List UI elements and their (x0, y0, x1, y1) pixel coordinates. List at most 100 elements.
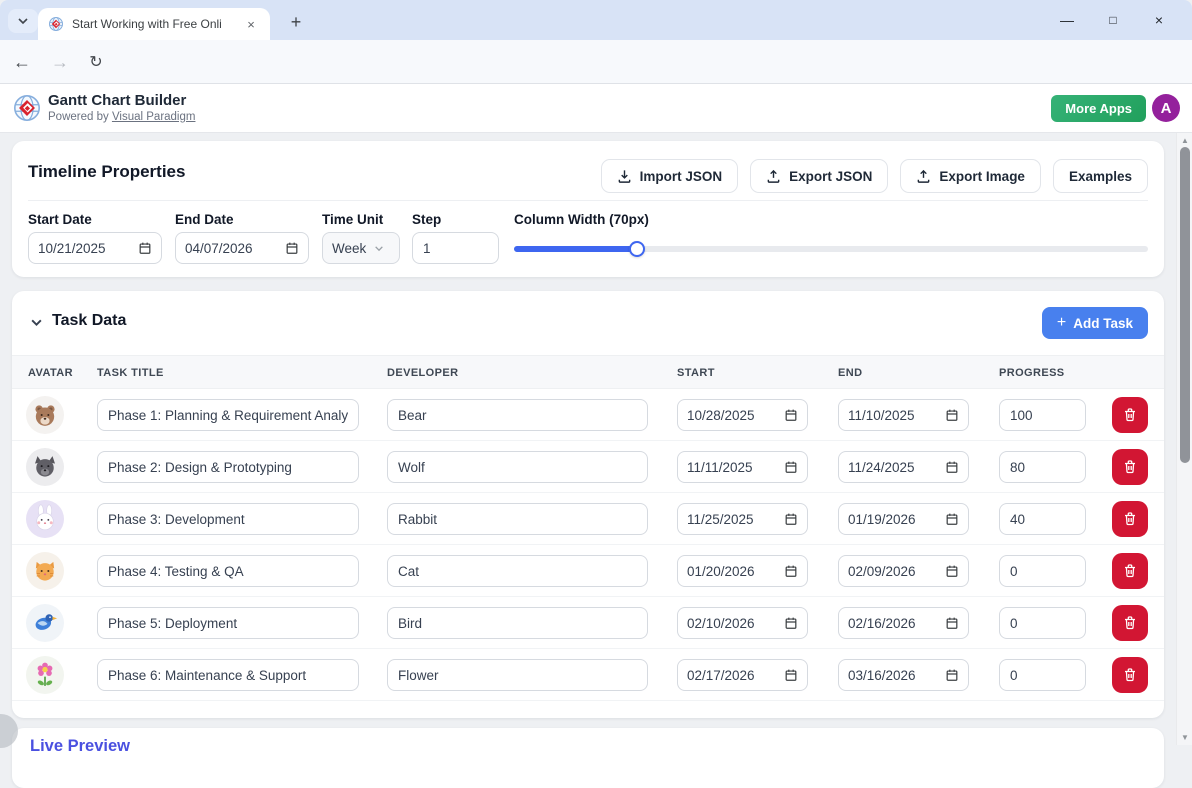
collapse-chevron-icon[interactable] (30, 318, 43, 327)
task-title-input[interactable] (97, 607, 359, 639)
step-input[interactable] (412, 232, 499, 264)
add-task-button[interactable]: + Add Task (1041, 307, 1148, 339)
task-start-input[interactable] (687, 407, 780, 423)
delete-task-button[interactable] (1112, 449, 1148, 485)
import-json-label: Import JSON (639, 168, 723, 184)
task-title-input[interactable] (97, 555, 359, 587)
delete-task-button[interactable] (1112, 605, 1148, 641)
task-end-input[interactable] (848, 563, 941, 579)
minimize-button[interactable]: — (1044, 12, 1090, 28)
end-date-field[interactable] (838, 659, 969, 691)
calendar-icon[interactable] (945, 668, 959, 682)
end-date-field[interactable] (838, 451, 969, 483)
maximize-button[interactable]: □ (1090, 13, 1136, 27)
developer-input[interactable] (387, 451, 648, 483)
start-date-field[interactable] (677, 607, 808, 639)
col-progress: PROGRESS (999, 367, 1065, 379)
task-end-input[interactable] (848, 459, 941, 475)
calendar-icon[interactable] (138, 241, 152, 255)
task-title-input[interactable] (97, 503, 359, 535)
task-start-input[interactable] (687, 511, 780, 527)
task-title-input[interactable] (97, 451, 359, 483)
progress-input[interactable] (999, 399, 1086, 431)
calendar-icon[interactable] (945, 564, 959, 578)
task-end-input[interactable] (848, 511, 941, 527)
scrollbar-thumb[interactable] (1180, 147, 1190, 463)
start-date-input[interactable] (38, 240, 134, 256)
task-title-input[interactable] (97, 399, 359, 431)
export-image-button[interactable]: Export Image (900, 159, 1041, 193)
start-date-field[interactable] (677, 659, 808, 691)
bear-avatar (26, 396, 64, 434)
task-start-input[interactable] (687, 459, 780, 475)
column-width-thumb[interactable] (628, 241, 645, 257)
trash-icon (1125, 564, 1135, 578)
delete-task-button[interactable] (1112, 553, 1148, 589)
task-start-input[interactable] (687, 667, 780, 683)
trash-icon (1125, 460, 1135, 474)
close-button[interactable]: × (1136, 12, 1182, 28)
import-json-button[interactable]: Import JSON (600, 159, 739, 193)
developer-input[interactable] (387, 555, 648, 587)
progress-input[interactable] (999, 451, 1086, 483)
timeline-toolbar: Import JSON Export JSON Export Image Exa… (600, 159, 1148, 193)
developer-input[interactable] (387, 659, 648, 691)
calendar-icon[interactable] (784, 460, 798, 474)
calendar-icon[interactable] (945, 512, 959, 526)
progress-input[interactable] (999, 659, 1086, 691)
calendar-icon[interactable] (945, 460, 959, 474)
task-end-input[interactable] (848, 667, 941, 683)
end-date-field[interactable] (838, 607, 969, 639)
calendar-icon[interactable] (784, 408, 798, 422)
progress-input[interactable] (999, 503, 1086, 535)
end-date-field[interactable] (175, 232, 309, 264)
developer-input[interactable] (387, 607, 648, 639)
forward-icon[interactable]: → (46, 40, 74, 84)
time-unit-select[interactable]: Week (322, 232, 400, 264)
developer-input[interactable] (387, 399, 648, 431)
end-date-field[interactable] (838, 555, 969, 587)
start-date-field[interactable] (677, 503, 808, 535)
export-json-button[interactable]: Export JSON (750, 159, 889, 193)
calendar-icon[interactable] (945, 408, 959, 422)
browser-titlebar: Start Working with Free Online × + — □ × (0, 0, 1192, 40)
delete-task-button[interactable] (1112, 501, 1148, 537)
visual-paradigm-link[interactable]: Visual Paradigm (112, 111, 196, 123)
examples-button[interactable]: Examples (1052, 159, 1148, 193)
task-start-input[interactable] (687, 563, 780, 579)
delete-task-button[interactable] (1112, 657, 1148, 693)
end-date-field[interactable] (838, 399, 969, 431)
calendar-icon[interactable] (784, 616, 798, 630)
start-date-field[interactable] (677, 399, 808, 431)
scroll-down-icon[interactable]: ▼ (1177, 733, 1192, 742)
delete-task-button[interactable] (1112, 397, 1148, 433)
more-apps-button[interactable]: More Apps (1051, 95, 1146, 122)
start-date-field[interactable] (677, 451, 808, 483)
task-start-input[interactable] (687, 615, 780, 631)
progress-input[interactable] (999, 607, 1086, 639)
reload-icon[interactable]: ↻ (82, 40, 110, 84)
calendar-icon[interactable] (784, 512, 798, 526)
task-end-input[interactable] (848, 407, 941, 423)
end-date-field[interactable] (838, 503, 969, 535)
task-end-input[interactable] (848, 615, 941, 631)
start-date-field[interactable] (677, 555, 808, 587)
tab-search-button[interactable] (8, 9, 38, 33)
calendar-icon[interactable] (945, 616, 959, 630)
task-title-input[interactable] (97, 659, 359, 691)
calendar-icon[interactable] (784, 668, 798, 682)
new-tab-button[interactable]: + (284, 10, 308, 34)
tab-close-icon[interactable]: × (242, 15, 260, 33)
browser-tab[interactable]: Start Working with Free Online × (38, 8, 270, 40)
back-icon[interactable]: ← (8, 40, 36, 84)
start-date-field[interactable] (28, 232, 162, 264)
column-width-slider[interactable] (514, 241, 1148, 257)
user-avatar[interactable]: A (1152, 94, 1180, 122)
scroll-up-icon[interactable]: ▲ (1177, 136, 1192, 145)
calendar-icon[interactable] (784, 564, 798, 578)
developer-input[interactable] (387, 503, 648, 535)
progress-input[interactable] (999, 555, 1086, 587)
page-scrollbar[interactable]: ▲ ▼ (1176, 133, 1192, 745)
end-date-input[interactable] (185, 240, 281, 256)
calendar-icon[interactable] (285, 241, 299, 255)
